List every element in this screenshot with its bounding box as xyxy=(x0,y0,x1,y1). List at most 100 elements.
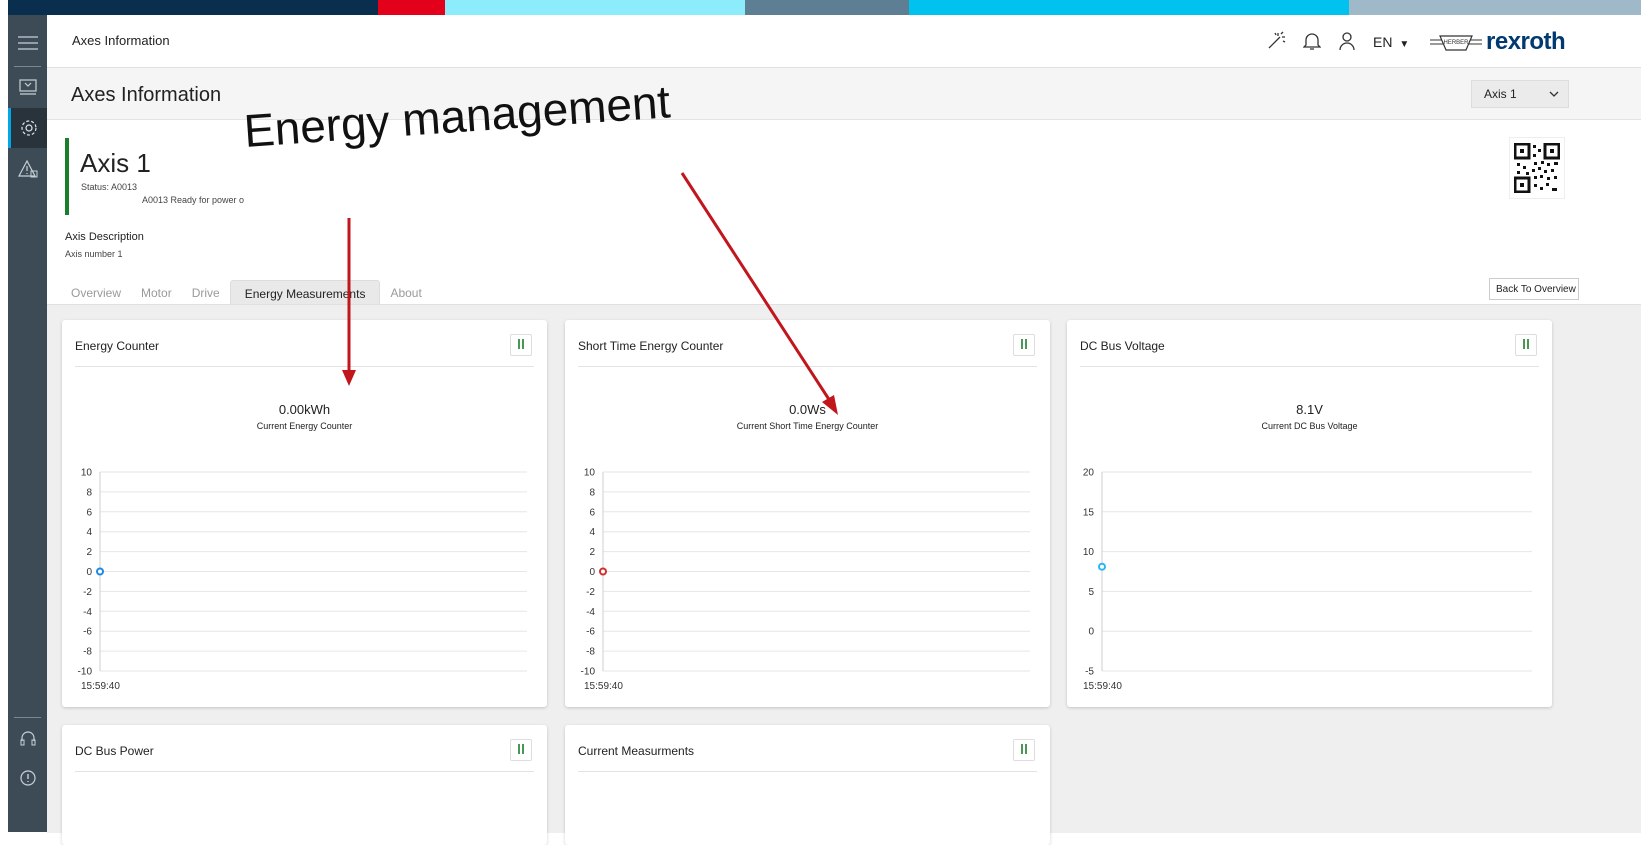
axis-dropdown-value: Axis 1 xyxy=(1484,87,1517,101)
axis-dropdown[interactable]: Axis 1 xyxy=(1471,80,1569,108)
tab-energy-measurements[interactable]: Energy Measurements xyxy=(229,280,381,306)
menu-icon[interactable] xyxy=(8,23,47,63)
bell-icon[interactable] xyxy=(1300,29,1324,53)
y-tick-label: 0 xyxy=(1088,627,1094,638)
y-tick-label: 10 xyxy=(584,468,596,479)
axis-status-code: A0013 xyxy=(111,182,138,192)
caret-down-icon: ▼ xyxy=(1399,39,1410,50)
brand-stripe xyxy=(909,0,1349,15)
axis-status-text: A0013 Ready for power o xyxy=(142,195,245,205)
y-tick-label: 2 xyxy=(86,547,92,558)
x-tick-label: 15:59:40 xyxy=(1083,681,1122,692)
axis-info-panel: Axis 1 Status: A0013 A0013 Ready for pow… xyxy=(47,120,1641,306)
dashboard-icon[interactable] xyxy=(8,67,47,107)
y-tick-label: 4 xyxy=(86,527,92,538)
y-tick-label: 20 xyxy=(1083,468,1095,479)
logo-text: rexroth xyxy=(1486,28,1566,55)
y-tick-label: 8 xyxy=(86,487,92,498)
sidebar xyxy=(8,15,47,832)
header-title: Axes Information xyxy=(72,33,170,48)
tab-drive[interactable]: Drive xyxy=(182,280,230,305)
y-tick-label: 10 xyxy=(81,468,93,479)
page-subheader: Axes Information Axis 1 xyxy=(47,68,1641,120)
y-tick-label: -8 xyxy=(83,647,92,658)
brand-stripe xyxy=(745,0,909,15)
tab-about[interactable]: About xyxy=(380,280,431,305)
x-tick-label: 15:59:40 xyxy=(81,681,120,692)
y-tick-label: -10 xyxy=(581,667,596,678)
data-point xyxy=(96,567,104,576)
tab-overview[interactable]: Overview xyxy=(61,280,131,305)
y-tick-label: 2 xyxy=(589,547,595,558)
brand-stripe xyxy=(445,0,745,15)
wand-icon[interactable] xyxy=(1264,29,1288,53)
y-tick-label: -10 xyxy=(78,667,93,678)
data-point xyxy=(1098,562,1106,571)
current-measurements-card: Current Measurments xyxy=(565,725,1050,845)
main-area: Axes Information EN ▼ HERBER rexroth Axe… xyxy=(47,15,1641,845)
y-tick-label: -2 xyxy=(83,587,92,598)
y-tick-label: -8 xyxy=(586,647,595,658)
axis-status-label: Status: xyxy=(81,182,110,192)
y-tick-label: -5 xyxy=(1085,667,1094,678)
x-tick-label: 15:59:40 xyxy=(584,681,623,692)
pause-button[interactable] xyxy=(1013,739,1035,761)
card-divider xyxy=(578,771,1037,772)
back-to-overview-button[interactable]: Back To Overview xyxy=(1489,278,1579,300)
page-title: Axes Information xyxy=(71,84,222,106)
brand-stripe xyxy=(8,0,378,15)
tab-bar: Overview Motor Drive Energy Measurements… xyxy=(61,280,432,306)
energy-counter-chart: 10 8 6 4 2 0 -2 -4 -6 -8 -10 15:59:40 xyxy=(78,468,527,692)
brand-stripe xyxy=(378,0,445,15)
axis-status: Status: A0013 xyxy=(81,182,137,192)
headset-icon[interactable] xyxy=(8,719,47,759)
dc-bus-voltage-card: DC Bus Voltage 8.1V Current DC Bus Volta… xyxy=(1067,320,1552,707)
app-header: Axes Information EN ▼ HERBER rexroth xyxy=(47,15,1641,68)
info-icon[interactable] xyxy=(8,758,47,798)
y-tick-label: 8 xyxy=(589,487,595,498)
sidebar-divider xyxy=(14,717,41,718)
brand-color-bar xyxy=(8,0,1641,15)
y-tick-label: -6 xyxy=(586,627,595,638)
axis-description-value: Axis number 1 xyxy=(65,249,123,259)
tab-motor[interactable]: Motor xyxy=(131,280,182,305)
y-tick-label: 10 xyxy=(1083,547,1095,558)
window-edge xyxy=(0,0,8,832)
logo-badge: HERBER xyxy=(1443,40,1469,46)
chevron-down-icon xyxy=(1548,88,1560,103)
y-tick-label: 6 xyxy=(589,507,595,518)
user-icon[interactable] xyxy=(1335,29,1359,53)
pause-icon xyxy=(517,741,525,759)
y-tick-label: -6 xyxy=(83,627,92,638)
dc-bus-voltage-chart: 20 15 10 5 0 -5 15:59:40 xyxy=(1083,468,1532,692)
axis-name: Axis 1 xyxy=(80,148,151,178)
brand-logo: HERBER rexroth xyxy=(1430,27,1566,57)
y-tick-label: 0 xyxy=(589,567,595,578)
energy-counter-card: Energy Counter 0.00kWh Current Energy Co… xyxy=(62,320,547,707)
y-tick-label: 6 xyxy=(86,507,92,518)
y-tick-label: 5 xyxy=(1088,587,1094,598)
y-tick-label: -2 xyxy=(586,587,595,598)
axis-status-indicator xyxy=(65,138,69,215)
pause-button[interactable] xyxy=(510,739,532,761)
pause-icon xyxy=(1020,741,1028,759)
qr-code-icon xyxy=(1509,137,1565,199)
y-tick-label: 0 xyxy=(86,567,92,578)
card-divider xyxy=(75,771,534,772)
axis-description-label: Axis Description xyxy=(65,231,144,243)
warning-icon[interactable] xyxy=(8,149,47,189)
dc-bus-power-card: DC Bus Power xyxy=(62,725,547,845)
short-time-energy-chart: 10 8 6 4 2 0 -2 -4 -6 -8 -10 15:59:40 xyxy=(581,468,1030,692)
y-tick-label: -4 xyxy=(83,607,92,618)
language-label: EN xyxy=(1373,34,1393,50)
card-title: Current Measurments xyxy=(578,744,695,758)
energy-cards-area: Energy Counter 0.00kWh Current Energy Co… xyxy=(47,304,1641,845)
language-selector[interactable]: EN ▼ xyxy=(1373,34,1409,50)
brand-stripe xyxy=(1349,0,1641,15)
short-time-energy-counter-card: Short Time Energy Counter 0.0Ws Current … xyxy=(565,320,1050,707)
settings-gear-icon[interactable] xyxy=(8,108,47,148)
y-tick-label: 15 xyxy=(1083,507,1095,518)
y-tick-label: -4 xyxy=(586,607,595,618)
data-point xyxy=(599,567,607,576)
y-tick-label: 4 xyxy=(589,527,595,538)
